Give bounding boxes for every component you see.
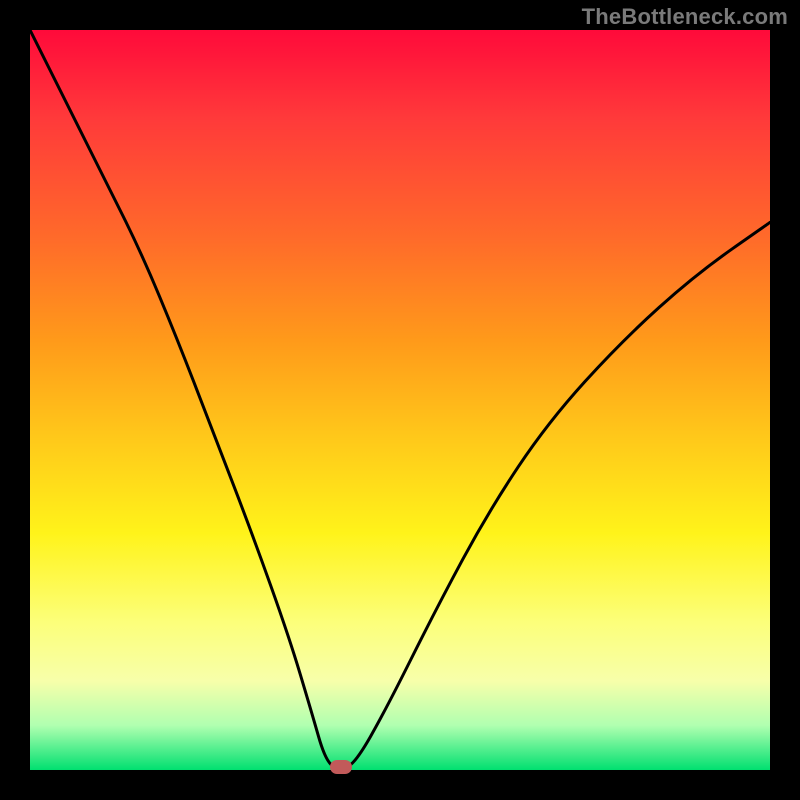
bottleneck-marker: [330, 760, 352, 774]
chart-frame: TheBottleneck.com: [0, 0, 800, 800]
plot-background: [30, 30, 770, 770]
watermark-text: TheBottleneck.com: [582, 4, 788, 30]
